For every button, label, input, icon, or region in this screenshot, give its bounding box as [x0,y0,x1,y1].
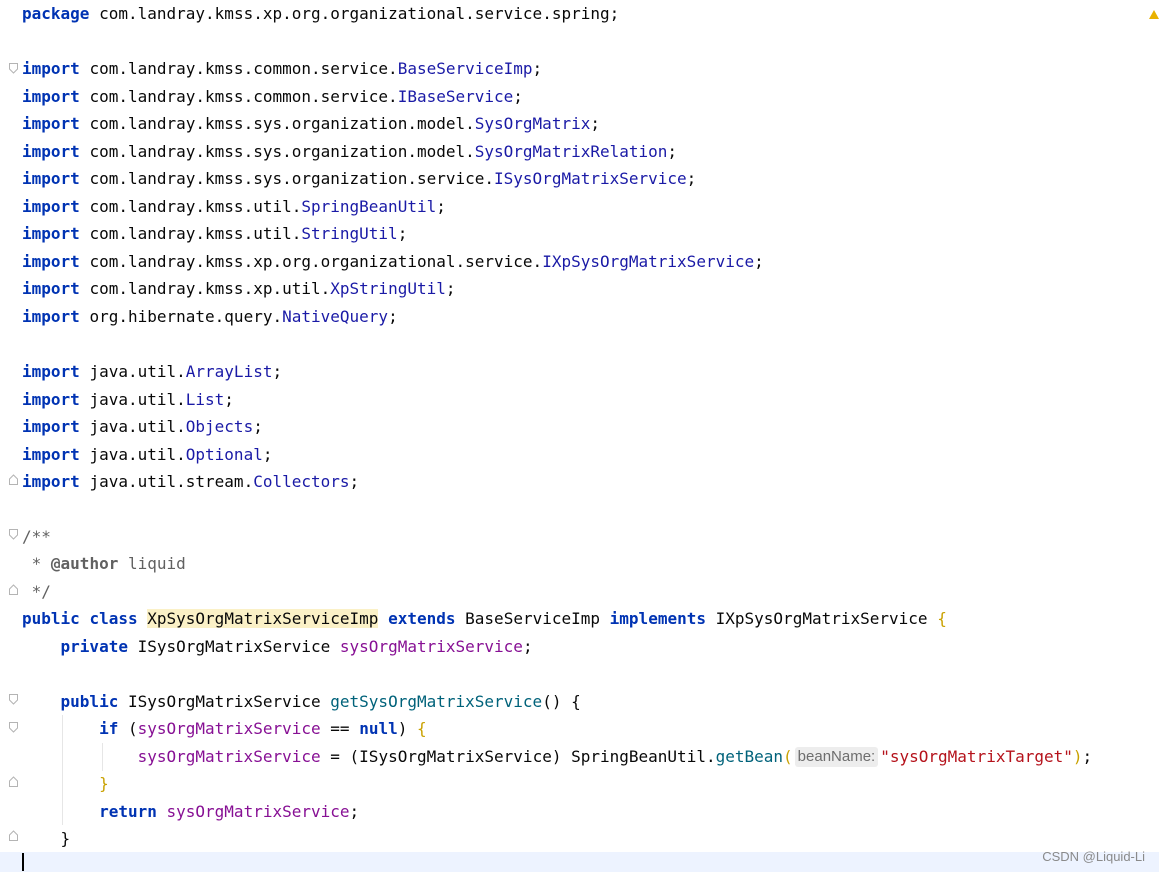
import-line: import java.util.List; [22,389,234,409]
parameter-hint: beanName: [794,747,879,767]
code-line-assignment: sysOrgMatrixService = (ISysOrgMatrixServ… [137,747,1093,767]
fold-icon[interactable] [9,474,18,485]
code-line-field: private ISysOrgMatrixService sysOrgMatri… [60,637,533,656]
watermark: CSDN @Liquid-Li [1042,849,1145,864]
code-line-return: return sysOrgMatrixService; [99,802,360,821]
import-line: import java.util.ArrayList; [22,362,283,381]
fold-icon[interactable] [9,776,18,787]
import-line: import java.util.Objects; [22,417,263,436]
import-line: import com.landray.kmss.xp.org.organizat… [22,251,764,271]
code-line-method-close: } [60,829,71,848]
code-line-class-declaration: public class XpSysOrgMatrixServiceImp ex… [22,609,947,628]
import-line: import com.landray.kmss.common.service.I… [22,86,523,106]
fold-icon[interactable] [9,694,18,705]
code-editor[interactable]: package com.landray.kmss.xp.org.organiza… [0,0,1159,872]
import-line: import org.hibernate.query.NativeQuery; [22,306,398,326]
doc-comment-close: */ [22,582,51,601]
import-line: import com.landray.kmss.sys.organization… [22,114,600,133]
import-line: import com.landray.kmss.xp.util.XpString… [22,279,456,298]
fold-gutter [0,0,20,872]
text-caret [22,853,24,871]
fold-icon[interactable] [9,584,18,595]
import-line: import java.util.stream.Collectors; [22,472,360,491]
code-line-package: package com.landray.kmss.xp.org.organiza… [22,4,620,23]
import-line: import com.landray.kmss.common.service.B… [22,59,543,78]
code-line-if-close: } [99,774,109,793]
fold-icon[interactable] [9,722,18,733]
import-line: import com.landray.kmss.sys.organization… [22,169,697,188]
import-line: import java.util.Optional; [22,444,273,464]
code-line-if: if (sysOrgMatrixService == null) { [99,719,427,738]
class-name-highlight: XpSysOrgMatrixServiceImp [147,609,379,628]
fold-icon[interactable] [9,830,18,841]
import-line: import com.landray.kmss.util.StringUtil; [22,224,408,243]
import-line: import com.landray.kmss.util.SpringBeanU… [22,196,446,216]
import-line: import com.landray.kmss.sys.organization… [22,141,678,161]
fold-icon[interactable] [9,63,18,74]
doc-comment-open: /** [22,527,51,546]
fold-icon[interactable] [9,529,18,540]
doc-comment-author: * @author liquid [22,554,186,573]
code-line-method-declaration: public ISysOrgMatrixService getSysOrgMat… [60,692,581,711]
current-line-highlight [0,852,1159,872]
warning-icon[interactable] [1149,10,1159,19]
